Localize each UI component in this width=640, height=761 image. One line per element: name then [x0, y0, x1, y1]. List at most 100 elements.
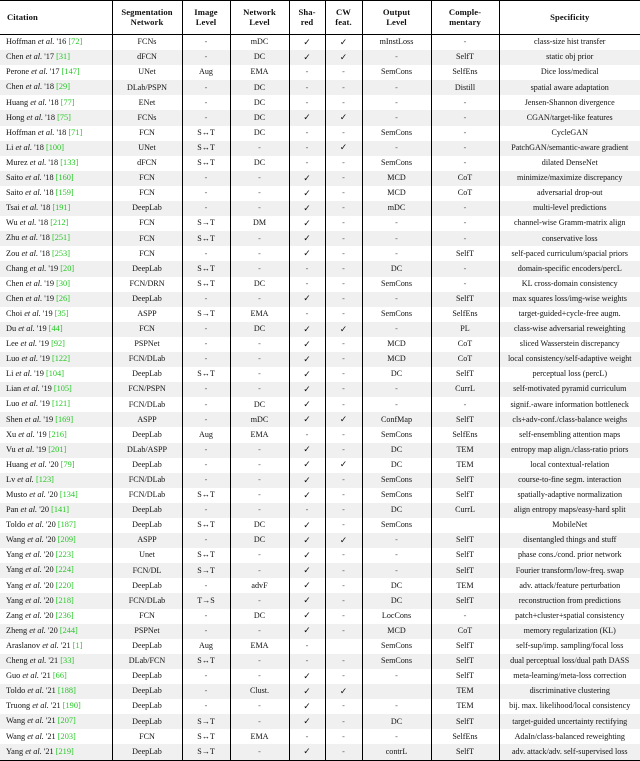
citation-reference-link[interactable]: [218] — [56, 596, 74, 605]
cell-cw-feat: - — [324, 216, 362, 232]
cell-cw-feat: - — [324, 276, 362, 292]
citation-year: '18 — [41, 173, 56, 183]
dash-placeholder: - — [204, 188, 208, 198]
cell-segmentation-network: DLab/FCN — [111, 653, 182, 669]
cell-network-level: EMA — [229, 427, 289, 443]
cell-shared: ✓ — [288, 201, 325, 217]
citation-year: '18 — [38, 248, 52, 258]
citation-reference-link[interactable]: [219] — [56, 747, 74, 756]
cell-citation: Chang et al. '19 [20] — [0, 261, 112, 276]
cell-complementary: CoT — [430, 170, 499, 186]
citation-reference-link[interactable]: [77] — [61, 98, 75, 107]
citation-reference-link[interactable]: [201] — [48, 445, 66, 454]
cell-citation: Araslanov et al. '21 [1] — [0, 639, 112, 654]
citation-reference-link[interactable]: [35] — [55, 309, 69, 318]
citation-reference-link[interactable]: [191] — [52, 203, 70, 212]
cell-complementary — [430, 518, 499, 534]
citation-reference-link[interactable]: [224] — [56, 565, 74, 575]
citation-reference-link[interactable]: [220] — [56, 581, 74, 590]
citation-etal: et al. — [25, 746, 42, 756]
citation-reference-link[interactable]: [134] — [60, 490, 78, 499]
cell-output-level: - — [361, 668, 431, 685]
citation-reference-link[interactable]: [160] — [56, 173, 74, 182]
dash-placeholder: - — [342, 188, 345, 198]
cell-shared: - — [288, 140, 325, 156]
dash-placeholder: - — [305, 731, 309, 741]
citation-reference-link[interactable]: [209] — [58, 535, 76, 544]
dash-placeholder: - — [204, 97, 208, 107]
citation-reference-link[interactable]: [187] — [58, 520, 76, 529]
cell-network-level: - — [229, 653, 289, 669]
cell-image-level: - — [181, 699, 230, 715]
citation-reference-link[interactable]: [207] — [58, 716, 76, 726]
cell-network-level: - — [229, 668, 289, 685]
cell-network-level: - — [229, 744, 289, 760]
citation-reference-link[interactable]: [169] — [55, 415, 73, 424]
citation-year: '19 — [34, 323, 49, 333]
check-icon: ✓ — [303, 670, 311, 681]
citation-reference-link[interactable]: [141] — [51, 505, 69, 514]
citation-reference-link[interactable]: [1] — [73, 641, 83, 650]
citation-reference-link[interactable]: [72] — [68, 37, 82, 46]
citation-reference-link[interactable]: [147] — [62, 67, 80, 77]
citation-reference-link[interactable]: [159] — [56, 188, 74, 197]
citation-year: '16 — [54, 37, 69, 47]
citation-reference-link[interactable]: [79] — [61, 460, 75, 469]
cell-specificity: self-motivated pyramid curriculum — [498, 382, 640, 398]
citation-etal: et al. — [25, 278, 43, 288]
citation-reference-link[interactable]: [31] — [56, 52, 70, 61]
citation-reference-link[interactable]: [216] — [49, 430, 67, 439]
citation-reference-link[interactable]: [236] — [56, 611, 74, 620]
citation-reference-link[interactable]: [26] — [56, 294, 70, 303]
citation-reference-link[interactable]: [71] — [68, 128, 82, 137]
table-row: Toldo et al. '21 [188] DeepLab - Clust. ✓ ✓ TE… — [0, 684, 640, 700]
citation-reference-link[interactable]: [203] — [58, 732, 76, 741]
citation-reference-link[interactable]: [33] — [60, 656, 74, 665]
table-row: Xu et al. '19 [216] DeepLab Aug EMA - - SemCon… — [0, 427, 640, 443]
citation-etal: et al. — [21, 233, 39, 243]
cell-segmentation-network: Unet — [111, 548, 182, 564]
citation-reference-link[interactable]: [121] — [52, 399, 70, 409]
dash-placeholder: - — [342, 565, 345, 575]
citation-reference-link[interactable]: [92] — [51, 339, 65, 348]
citation-reference-link[interactable]: [253] — [52, 249, 70, 258]
cell-shared: ✓ — [288, 231, 325, 247]
citation-reference-link[interactable]: [223] — [56, 550, 74, 560]
citation-reference-link[interactable]: [20] — [60, 264, 74, 273]
citation-reference-link[interactable]: [104] — [46, 369, 64, 378]
citation-reference-link[interactable]: [75] — [57, 113, 71, 122]
citation-reference-link[interactable]: [105] — [54, 384, 72, 393]
cell-citation: Zheng et al. '20 [244] — [0, 624, 112, 639]
citation-reference-link[interactable]: [212] — [50, 218, 68, 227]
cell-segmentation-network: DeepLab — [111, 518, 182, 534]
cell-specificity: static obj prior — [498, 50, 640, 66]
cell-cw-feat: - — [324, 155, 362, 171]
header-citation: Citation — [0, 0, 112, 35]
citation-reference-link[interactable]: [188] — [58, 686, 76, 695]
citation-reference-link[interactable]: [30] — [56, 279, 70, 288]
cell-image-level: - — [181, 457, 230, 473]
cell-network-level: mDC — [229, 412, 289, 428]
cell-cw-feat: - — [324, 336, 362, 352]
citation-reference-link[interactable]: [190] — [63, 701, 81, 710]
citation-reference-link[interactable]: [66] — [53, 671, 67, 680]
cell-cw-feat: - — [324, 231, 362, 247]
dash-placeholder: - — [258, 354, 261, 364]
citation-reference-link[interactable]: [122] — [52, 354, 70, 363]
citation-reference-link[interactable]: [133] — [60, 158, 78, 167]
dash-placeholder: - — [395, 293, 398, 303]
citation-reference-link[interactable]: [44] — [49, 324, 63, 333]
cell-citation: Truong et al. '21 [190] — [0, 699, 112, 714]
citation-reference-link[interactable]: [100] — [46, 143, 64, 152]
cell-segmentation-network: DeepLab — [111, 699, 182, 715]
citation-reference-link[interactable]: [29] — [56, 82, 70, 92]
cell-cw-feat: - — [324, 668, 362, 685]
cell-specificity: self-ensembling attention maps — [498, 427, 640, 443]
cell-complementary: TEM — [430, 699, 499, 715]
citation-reference-link[interactable]: [244] — [60, 626, 78, 635]
citation-author: Hoffman — [6, 127, 38, 137]
citation-reference-link[interactable]: [123] — [36, 475, 54, 484]
citation-reference-link[interactable]: [251] — [52, 233, 70, 243]
cell-citation: Wang et al. '20 [209] — [0, 533, 112, 548]
cell-image-level: - — [181, 472, 230, 488]
